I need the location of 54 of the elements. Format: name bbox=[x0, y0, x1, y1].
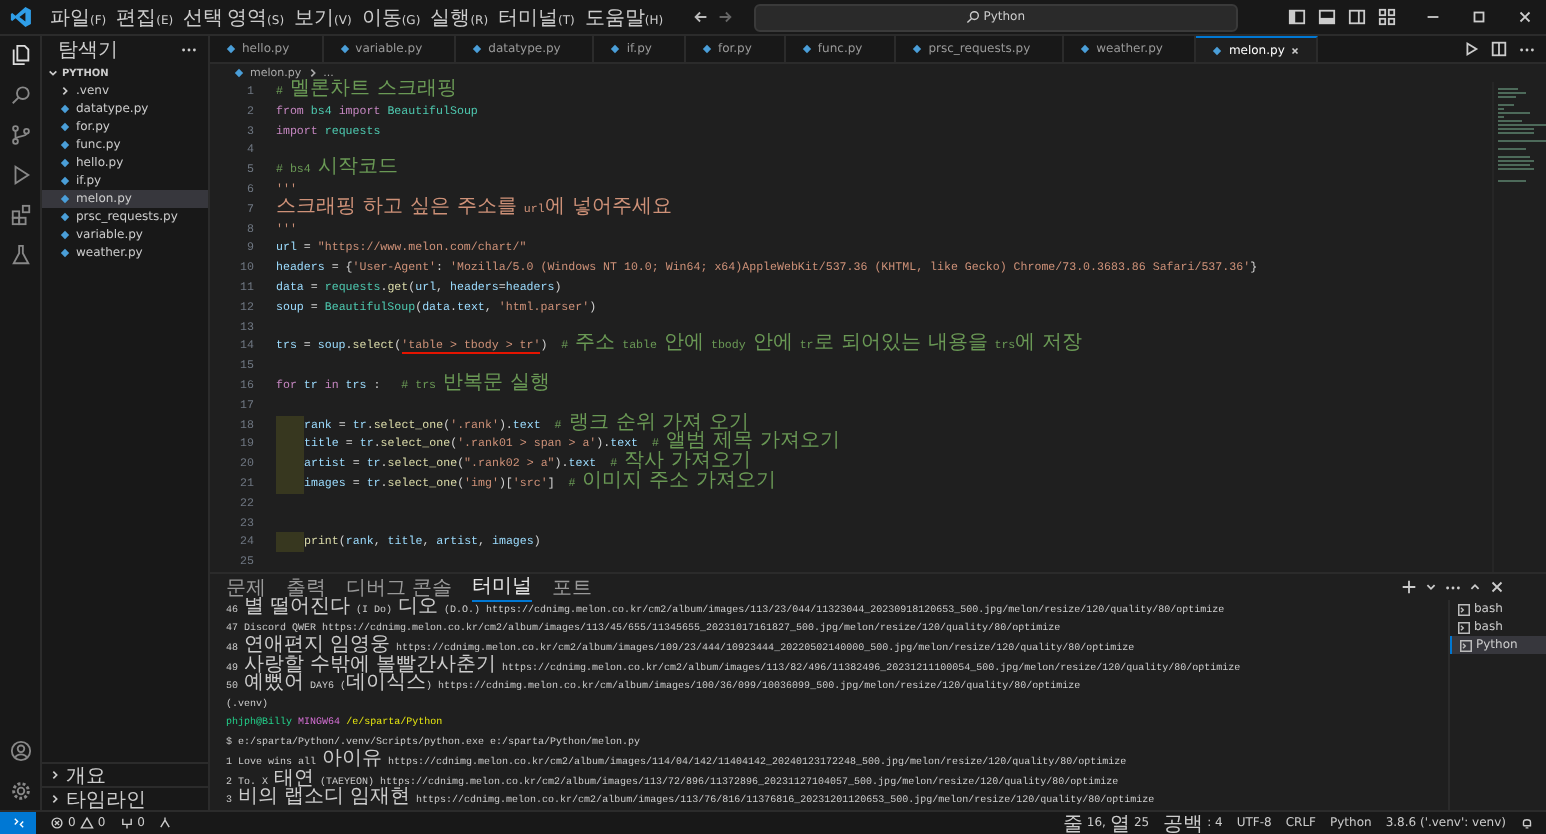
close-icon[interactable] bbox=[1290, 45, 1301, 55]
split-editor-icon[interactable] bbox=[1490, 40, 1508, 58]
close-icon[interactable] bbox=[1516, 8, 1534, 26]
explorer-title: 탐색기 bbox=[58, 38, 118, 64]
grid-layout-icon[interactable] bbox=[1378, 8, 1396, 26]
maximize-icon[interactable] bbox=[1470, 8, 1488, 26]
chevron-right-icon bbox=[60, 86, 70, 96]
search-icon bbox=[965, 10, 980, 24]
python-file-icon bbox=[912, 44, 923, 54]
bell-icon[interactable] bbox=[1520, 816, 1534, 830]
remote-button[interactable] bbox=[0, 812, 36, 834]
files-icon[interactable] bbox=[9, 44, 31, 66]
layout-icon[interactable] bbox=[1348, 8, 1366, 26]
python-file-icon bbox=[226, 44, 236, 54]
python-file-icon bbox=[234, 68, 244, 78]
warning-icon bbox=[79, 816, 94, 830]
sidebar-toggle-icon[interactable] bbox=[1288, 8, 1306, 26]
plus-icon[interactable] bbox=[1400, 578, 1418, 596]
section-header[interactable]: 타임라인 bbox=[66, 785, 146, 813]
python-file-icon bbox=[701, 44, 712, 54]
error-icon bbox=[50, 816, 64, 830]
python-file-icon bbox=[1212, 45, 1223, 55]
python-file-icon bbox=[339, 44, 350, 54]
extensions-icon[interactable] bbox=[9, 204, 31, 226]
terminal-icon bbox=[1458, 603, 1470, 615]
chevron-right-icon bbox=[307, 68, 318, 78]
close-icon[interactable] bbox=[1488, 578, 1506, 596]
python-file-icon bbox=[1080, 44, 1091, 54]
account-icon[interactable] bbox=[9, 740, 31, 762]
flask-icon[interactable] bbox=[9, 244, 31, 266]
panel-tab[interactable]: 터미널 bbox=[472, 572, 533, 602]
settings-icon[interactable] bbox=[9, 780, 31, 802]
chevron-right-icon bbox=[50, 794, 60, 804]
terminal-icon bbox=[1460, 639, 1472, 651]
back-arrow-icon[interactable] bbox=[691, 8, 710, 26]
chevron-right-icon bbox=[50, 770, 60, 780]
panel-tab[interactable]: 포트 bbox=[552, 573, 593, 601]
python-file-icon bbox=[610, 44, 621, 54]
section-header[interactable]: 개요 bbox=[66, 761, 106, 789]
python-file-icon bbox=[472, 44, 483, 54]
terminal-icon bbox=[1458, 621, 1470, 633]
more-icon[interactable] bbox=[1518, 45, 1536, 53]
run-icon[interactable] bbox=[1462, 40, 1480, 58]
panel-toggle-icon[interactable] bbox=[1318, 8, 1336, 26]
antenna-icon bbox=[119, 816, 134, 830]
python-file-icon bbox=[801, 44, 812, 54]
more-icon[interactable] bbox=[1444, 583, 1462, 591]
source-control-icon[interactable] bbox=[9, 124, 31, 146]
search-icon[interactable] bbox=[9, 84, 31, 106]
more-icon[interactable] bbox=[180, 46, 198, 54]
remote-icon bbox=[11, 816, 25, 830]
logo-icon bbox=[10, 6, 32, 28]
run-debug-icon[interactable] bbox=[9, 164, 31, 186]
chevron-down-icon[interactable] bbox=[48, 68, 58, 78]
